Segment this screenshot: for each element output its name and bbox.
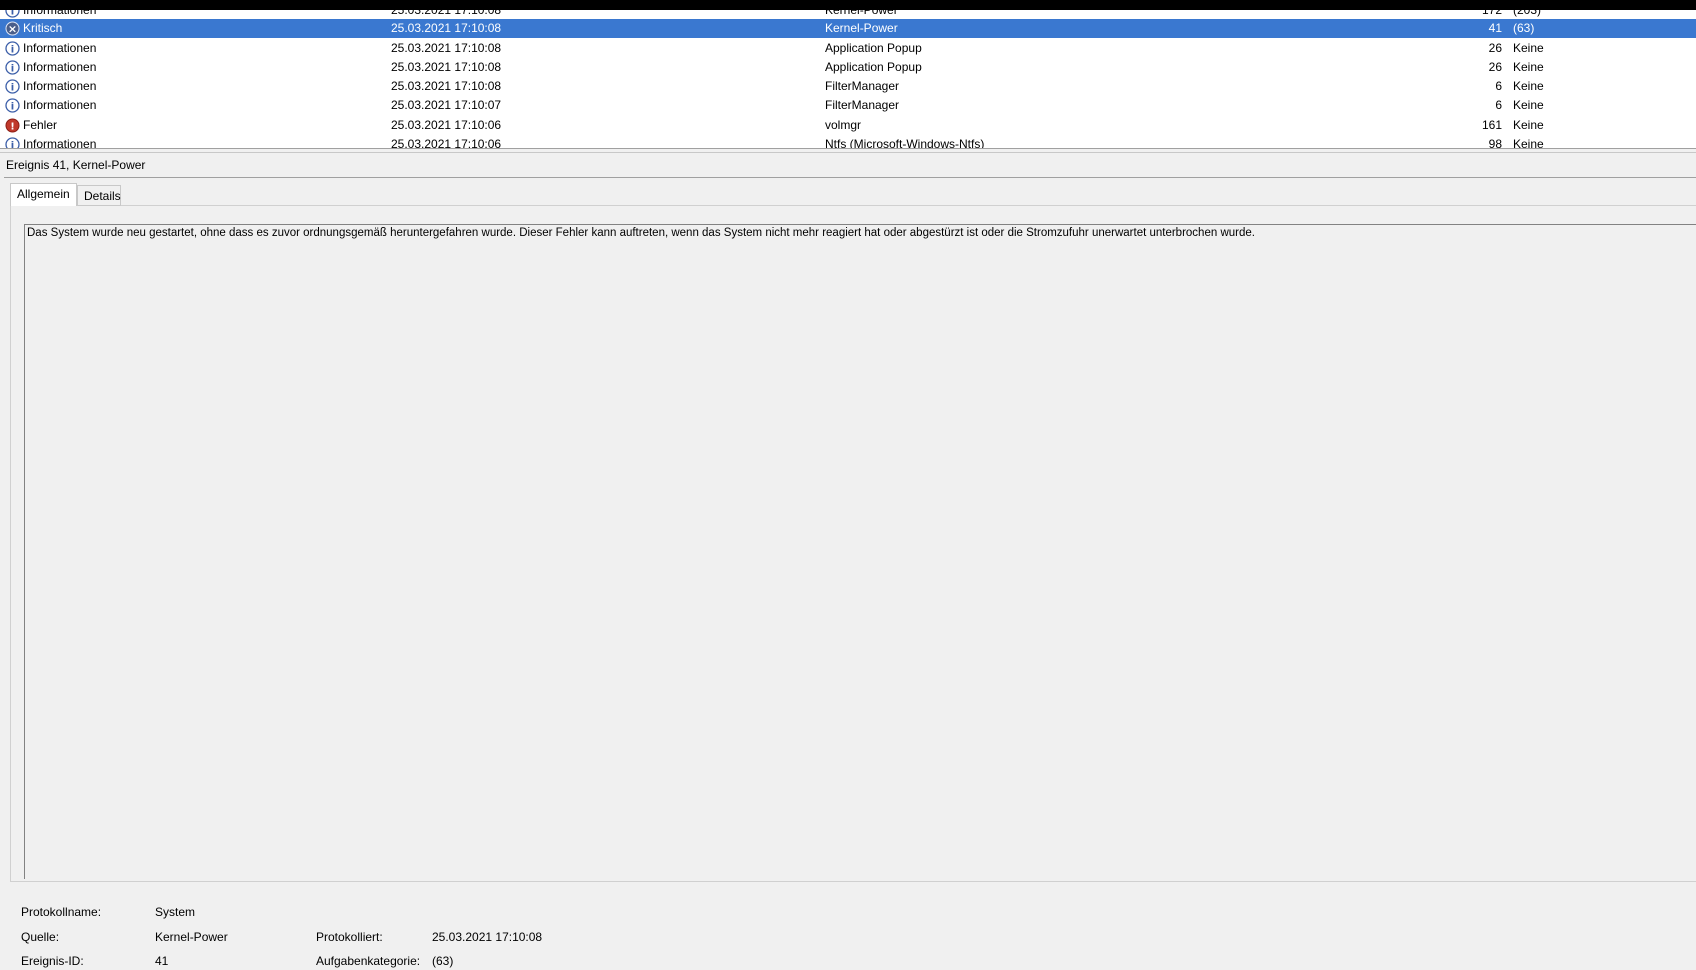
event-description: Das System wurde neu gestartet, ohne das…	[27, 227, 1255, 239]
logged-value: 25.03.2021 17:10:08	[432, 930, 543, 944]
event-date: 25.03.2021 17:10:08	[391, 60, 502, 74]
event-detail-title: Ereignis 41, Kernel-Power	[6, 158, 146, 172]
event-id: 26	[1488, 60, 1502, 74]
title-divider	[4, 177, 1696, 178]
event-level: Fehler	[23, 118, 58, 132]
info-icon: i	[5, 10, 20, 18]
event-row[interactable]: × Kritisch 25.03.2021 17:10:08 Kernel-Power…	[0, 19, 1696, 38]
critical-icon: ×	[5, 21, 20, 36]
event-id: 6	[1495, 98, 1502, 112]
event-task-category: Keine	[1513, 60, 1544, 74]
event-source: Kernel-Power	[825, 21, 898, 35]
event-task-category: Keine	[1513, 79, 1544, 93]
list-divider	[0, 148, 1696, 149]
info-icon: i	[5, 98, 20, 113]
event-task-category: (63)	[1513, 21, 1535, 35]
event-level: Informationen	[23, 79, 97, 93]
window-top-edge	[0, 0, 1696, 10]
info-icon: i	[5, 137, 20, 148]
svg-text:!: !	[10, 122, 15, 133]
event-row[interactable]: i Informationen 25.03.2021 17:10:08 Applica…	[0, 58, 1696, 77]
svg-text:×: ×	[8, 23, 17, 36]
event-task-category: Keine	[1513, 118, 1544, 132]
event-row[interactable]: i Informationen 25.03.2021 17:10:07 FilterM…	[0, 96, 1696, 115]
error-icon: !	[5, 118, 20, 133]
task-category-value: (63)	[432, 954, 454, 968]
svg-text:i: i	[11, 45, 14, 56]
svg-text:i: i	[11, 141, 14, 149]
description-box[interactable]: Das System wurde neu gestartet, ohne das…	[24, 224, 1696, 879]
event-source: volmgr	[825, 118, 862, 132]
svg-text:i: i	[11, 64, 14, 75]
event-date: 25.03.2021 17:10:08	[391, 41, 502, 55]
event-source: Application Popup	[825, 41, 922, 55]
svg-text:i: i	[11, 10, 14, 18]
tab-details[interactable]: Details	[77, 185, 121, 206]
event-date: 25.03.2021 17:10:07	[391, 98, 502, 112]
event-source: Ntfs (Microsoft-Windows-Ntfs)	[825, 137, 985, 148]
event-date: 25.03.2021 17:10:08	[391, 79, 502, 93]
source-value: Kernel-Power	[155, 930, 228, 944]
info-icon: i	[5, 41, 20, 56]
event-level: Informationen	[23, 60, 97, 74]
info-icon: i	[5, 79, 20, 94]
event-task-category: Keine	[1513, 137, 1544, 148]
event-source: Application Popup	[825, 60, 922, 74]
event-date: 25.03.2021 17:10:08	[391, 21, 502, 35]
event-list[interactable]: i Informationen 25.03.2021 17:10:08 Kernel-…	[0, 10, 1696, 148]
event-date: 25.03.2021 17:10:06	[391, 118, 502, 132]
event-date: 25.03.2021 17:10:06	[391, 137, 502, 148]
info-icon: i	[5, 60, 20, 75]
event-id: 98	[1488, 137, 1502, 148]
event-id-value: 41	[155, 954, 169, 968]
tab-general[interactable]: Allgemein	[10, 183, 77, 206]
splitter[interactable]	[0, 152, 1696, 153]
event-id: 26	[1488, 41, 1502, 55]
event-task-category: Keine	[1513, 41, 1544, 55]
event-row[interactable]: i Informationen 25.03.2021 17:10:08 FilterM…	[0, 77, 1696, 96]
event-source: FilterManager	[825, 98, 900, 112]
event-id: 161	[1481, 118, 1502, 132]
event-source: FilterManager	[825, 79, 900, 93]
event-row[interactable]: i Informationen 25.03.2021 17:10:06 Ntfs (M…	[0, 135, 1696, 148]
svg-text:i: i	[11, 83, 14, 94]
source-label: Quelle:	[21, 930, 60, 944]
log-name-label: Protokollname:	[21, 905, 102, 919]
event-row[interactable]: ! Fehler 25.03.2021 17:10:06 volmgr 161 Keine	[0, 116, 1696, 135]
event-level: Kritisch	[23, 21, 63, 35]
logged-label: Protokolliert:	[316, 930, 383, 944]
event-level: Informationen	[23, 41, 97, 55]
event-id: 6	[1495, 79, 1502, 93]
event-id: 41	[1488, 21, 1502, 35]
event-level: Informationen	[23, 137, 97, 148]
event-id-label: Ereignis-ID:	[21, 954, 84, 968]
log-name-value: System	[155, 905, 196, 919]
event-task-category: Keine	[1513, 98, 1544, 112]
event-row[interactable]: i Informationen 25.03.2021 17:10:08 Applica…	[0, 39, 1696, 58]
svg-text:i: i	[11, 102, 14, 113]
event-level: Informationen	[23, 98, 97, 112]
task-category-label: Aufgabenkategorie:	[316, 954, 421, 968]
